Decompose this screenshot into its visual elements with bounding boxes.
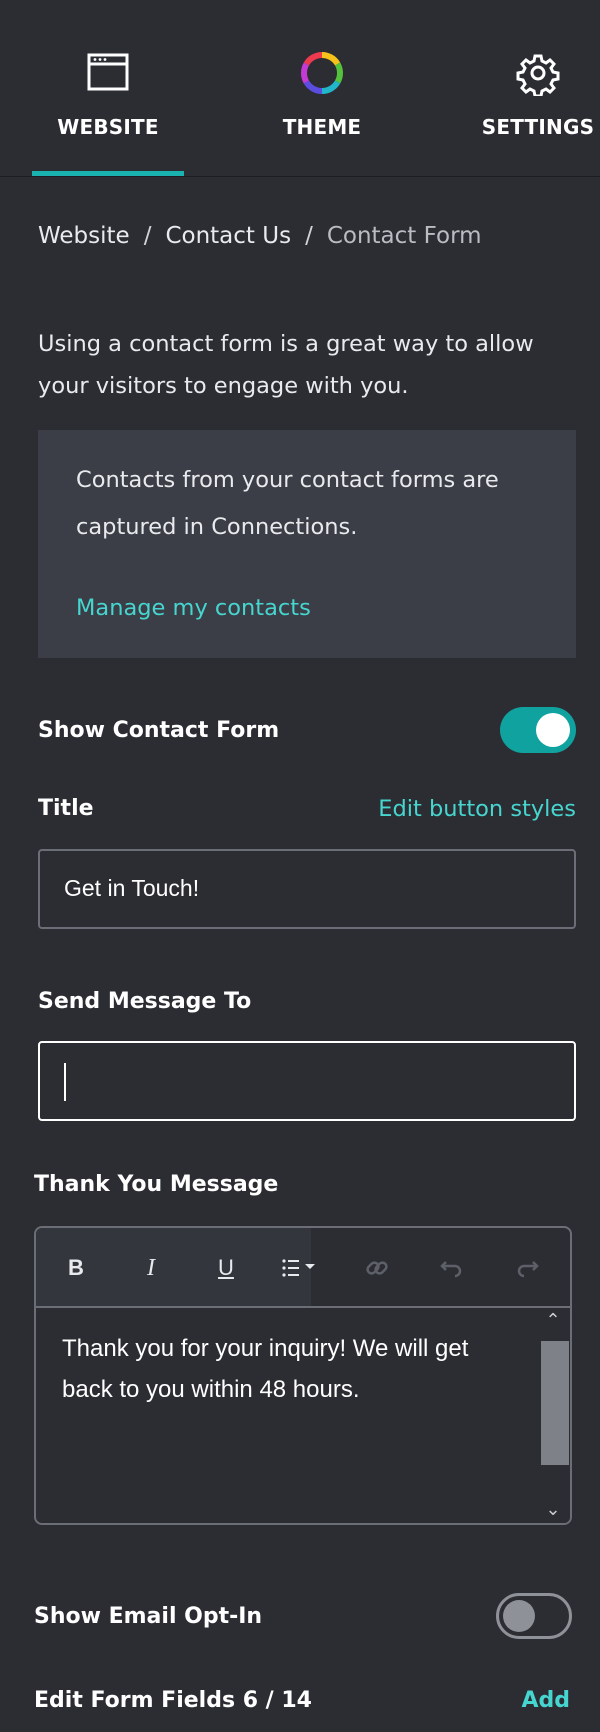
edit-form-fields-label: Edit Form Fields 6 / 14 [34, 1688, 312, 1713]
thank-you-message-text[interactable]: Thank you for your inquiry! We will get … [62, 1328, 502, 1410]
thank-you-editor[interactable]: B I U Thank you for your inquiry! We wil… [34, 1226, 572, 1525]
browser-window-icon [87, 53, 129, 91]
show-contact-form-toggle[interactable] [500, 707, 576, 753]
tab-settings-label: SETTINGS [481, 115, 595, 139]
add-field-link[interactable]: Add [521, 1688, 570, 1713]
breadcrumb-website[interactable]: Website [38, 223, 130, 249]
send-message-to-label: Send Message To [38, 989, 252, 1014]
redo-icon [517, 1261, 539, 1278]
gear-icon [516, 54, 560, 96]
link-icon [366, 1261, 388, 1275]
editor-toolbar: B I U [36, 1228, 570, 1308]
text-caret [64, 1063, 66, 1101]
intro-text: Using a contact form is a great way to a… [38, 331, 534, 399]
undo-button[interactable] [432, 1248, 472, 1288]
title-label: Title [38, 796, 94, 821]
editor-scrollbar[interactable]: ⌃ ⌄ [536, 1308, 570, 1523]
italic-button[interactable]: I [131, 1248, 171, 1288]
scroll-up-icon[interactable]: ⌃ [536, 1308, 570, 1334]
email-opt-in-toggle[interactable] [496, 1593, 572, 1639]
color-wheel-icon [300, 51, 344, 95]
tab-website-label: WEBSITE [57, 115, 159, 139]
breadcrumb-contact-form: Contact Form [326, 223, 482, 249]
tab-settings[interactable]: SETTINGS [470, 0, 600, 177]
list-icon [282, 1259, 315, 1277]
bold-button[interactable]: B [56, 1248, 96, 1288]
link-button[interactable] [357, 1248, 397, 1288]
scrollbar-thumb[interactable] [541, 1341, 569, 1465]
show-contact-form-label: Show Contact Form [38, 718, 280, 743]
site-editor-panel: WEBSITE THEME SETTINGS Website / Contact… [0, 0, 600, 1732]
send-message-to-input[interactable] [38, 1041, 576, 1121]
title-input-value: Get in Touch! [64, 875, 200, 901]
toggle-knob [536, 713, 570, 747]
breadcrumb-separator: / [305, 223, 313, 249]
info-box: Contacts from your contact forms are cap… [38, 430, 576, 658]
thank-you-message-label: Thank You Message [34, 1172, 279, 1197]
list-button[interactable] [274, 1248, 328, 1288]
breadcrumb: Website / Contact Us / Contact Form [38, 223, 482, 249]
underline-button[interactable]: U [206, 1248, 246, 1288]
active-tab-indicator [32, 171, 184, 176]
title-input[interactable]: Get in Touch! [38, 849, 576, 929]
tab-website[interactable]: WEBSITE [32, 0, 184, 177]
manage-contacts-link[interactable]: Manage my contacts [76, 595, 311, 621]
scroll-down-icon[interactable]: ⌄ [536, 1497, 570, 1523]
undo-icon [440, 1261, 462, 1278]
breadcrumb-contact-us[interactable]: Contact Us [165, 223, 291, 249]
show-email-opt-in-label: Show Email Opt-In [34, 1604, 263, 1629]
toggle-knob [503, 1600, 535, 1632]
tab-theme-label: THEME [282, 115, 362, 139]
tab-theme[interactable]: THEME [247, 0, 397, 177]
breadcrumb-separator: / [143, 223, 152, 249]
edit-button-styles-link[interactable]: Edit button styles [378, 796, 576, 822]
info-box-text: Contacts from your contact forms are cap… [76, 467, 499, 540]
redo-button[interactable] [507, 1248, 547, 1288]
top-tabs: WEBSITE THEME SETTINGS [0, 0, 600, 177]
